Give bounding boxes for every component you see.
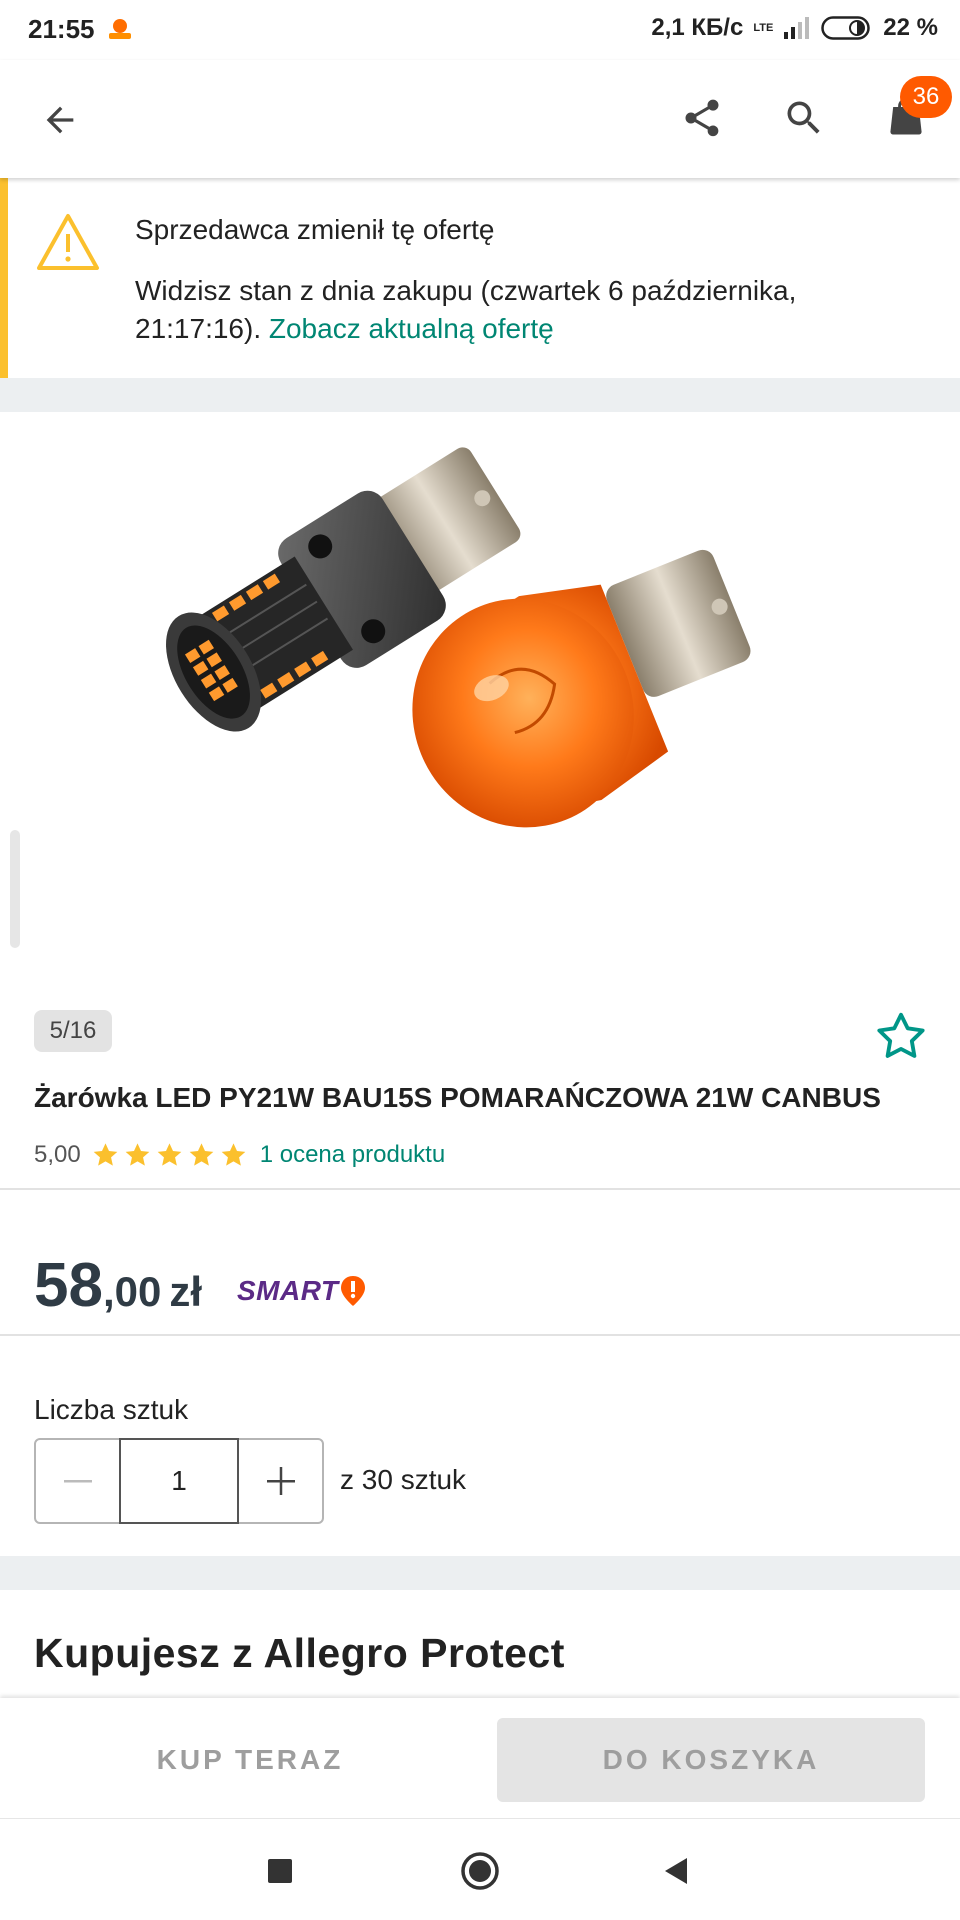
rating-stars — [91, 1141, 248, 1170]
network-speed: 2,1 КБ/с — [651, 14, 744, 41]
offer-changed-banner: Sprzedawca zmienił tę ofertę Widzisz sta… — [0, 178, 960, 378]
rating-row: 5,00 1 ocena produktu — [34, 1140, 445, 1170]
app-bar: 36 — [0, 60, 960, 178]
quantity-label: Liczba sztuk — [34, 1394, 189, 1425]
star-icon — [221, 1142, 246, 1166]
battery-icon — [821, 16, 871, 40]
warning-icon — [37, 214, 99, 270]
divider — [0, 1334, 960, 1336]
quantity-input[interactable] — [119, 1438, 239, 1524]
add-to-cart-button[interactable]: DO KOSZYKA — [497, 1718, 925, 1802]
star-icon — [157, 1142, 182, 1166]
quantity-stepper — [34, 1438, 324, 1524]
search-icon — [787, 101, 820, 134]
circle-icon — [461, 1852, 499, 1890]
banner-body: Widzisz stan z dnia zakupu (czwartek 6 p… — [135, 272, 915, 348]
recents-button[interactable] — [250, 1841, 310, 1901]
star-icon — [93, 1142, 118, 1166]
favorite-button[interactable] — [872, 1008, 930, 1066]
cart-count-badge: 36 — [900, 76, 952, 118]
current-offer-link[interactable]: Zobacz aktualną ofertę — [269, 313, 554, 344]
plus-icon — [266, 1467, 295, 1495]
price: 58 ,00 zł — [34, 1250, 202, 1321]
back-nav-button[interactable] — [646, 1841, 706, 1901]
image-scroll-indicator — [10, 830, 20, 948]
smart-label: SMART — [237, 1275, 339, 1306]
smart-exclamation-icon — [340, 1276, 365, 1306]
star-icon — [189, 1142, 214, 1166]
product-title: Żarówka LED PY21W BAU15S POMARAŃCZOWA 21… — [34, 1082, 881, 1113]
banner-title: Sprzedawca zmienił tę ofertę — [135, 214, 495, 245]
action-bar: KUP TERAZ DO KOSZYKA — [0, 1698, 960, 1818]
price-integer: 58 — [34, 1251, 103, 1320]
quantity-decrease-button[interactable] — [36, 1440, 119, 1522]
smart-badge: SMART — [237, 1274, 367, 1308]
product-image[interactable] — [0, 412, 960, 992]
quantity-available: z 30 sztuk — [340, 1464, 467, 1495]
back-button[interactable] — [30, 90, 90, 150]
status-time: 21:55 — [28, 14, 95, 44]
system-nav-bar — [0, 1818, 960, 1920]
battery-level: 22 % — [883, 14, 938, 41]
back-arrow-icon — [46, 106, 74, 134]
divider — [0, 1188, 960, 1190]
square-icon — [268, 1859, 292, 1883]
notification-app-icon — [109, 19, 131, 39]
share-button[interactable] — [672, 88, 732, 148]
home-button[interactable] — [450, 1841, 510, 1901]
section-gap — [0, 1556, 960, 1590]
network-type: LTE — [753, 21, 774, 34]
search-button[interactable] — [774, 88, 834, 148]
price-currency: zł — [169, 1268, 203, 1315]
star-outline-icon — [877, 1012, 925, 1058]
quantity-increase-button[interactable] — [239, 1440, 322, 1522]
gallery-counter: 5/16 — [34, 1010, 112, 1052]
star-icon — [125, 1142, 150, 1166]
minus-icon — [63, 1480, 92, 1483]
share-icon — [685, 99, 719, 137]
price-decimal: ,00 — [102, 1268, 162, 1315]
status-right: 2,1 КБ/с LTE 22 % — [651, 14, 938, 42]
rating-value: 5,00 — [34, 1141, 81, 1168]
status-bar: 21:55 2,1 КБ/с LTE 22 % — [0, 0, 960, 60]
signal-icon — [784, 17, 810, 39]
product-photo — [166, 447, 751, 828]
buy-now-button[interactable]: KUP TERAZ — [40, 1718, 460, 1802]
rating-link[interactable]: 1 ocena produktu — [260, 1141, 445, 1169]
triangle-back-icon — [665, 1858, 687, 1884]
section-gap — [0, 378, 960, 412]
allegro-protect-heading: Kupujesz z Allegro Protect — [34, 1630, 565, 1676]
